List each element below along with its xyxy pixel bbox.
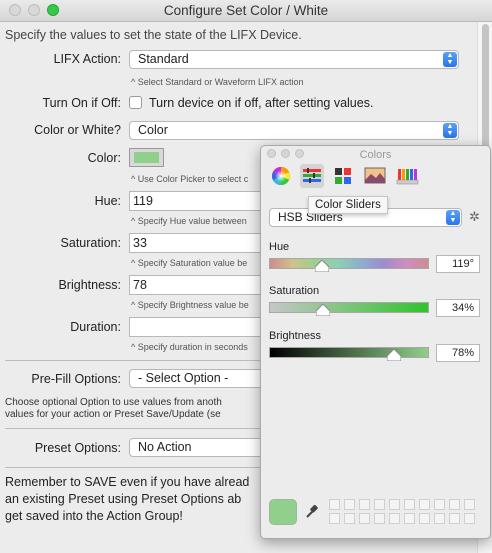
select-arrows-icon: ▲ ▼ — [443, 52, 457, 67]
prefill-desc-line2: values for your action or Preset Save/Up… — [5, 409, 221, 420]
brightness-value-field[interactable]: 78% — [436, 344, 480, 362]
brightness-label: Brightness: — [58, 278, 121, 292]
saturation-slider-track[interactable] — [269, 302, 429, 313]
hue-slider-track[interactable] — [269, 258, 429, 269]
swatch-cell[interactable] — [419, 499, 430, 510]
prefill-select[interactable]: - Select Option - — [129, 369, 269, 388]
swatch-cell[interactable] — [359, 513, 370, 524]
sliders-icon — [303, 168, 321, 183]
eyedropper-icon[interactable] — [305, 503, 319, 522]
preset-select[interactable]: No Action — [129, 438, 269, 457]
duration-label: Duration: — [70, 320, 121, 334]
pencils-icon — [396, 169, 419, 185]
custom-color-swatches — [329, 499, 481, 526]
saturation-label: Saturation: — [60, 236, 121, 250]
swatch-cell[interactable] — [389, 513, 400, 524]
swatch-cell[interactable] — [344, 499, 355, 510]
swatch-cell[interactable] — [464, 513, 475, 524]
color-label: Color: — [87, 151, 121, 165]
turn-on-label: Turn On if Off: — [42, 96, 122, 110]
preset-label: Preset Options: — [34, 441, 121, 455]
color-sliders-tab[interactable] — [300, 164, 324, 188]
color-or-white-select[interactable]: Color ▲ ▼ — [129, 121, 459, 140]
swatch-cell[interactable] — [404, 513, 415, 524]
duration-field[interactable] — [129, 317, 269, 337]
lifx-action-value: Standard — [138, 52, 189, 66]
brightness-slider-track[interactable] — [269, 347, 429, 358]
lifx-action-label: LIFX Action: — [53, 52, 121, 66]
gear-icon[interactable]: ✲ — [469, 209, 480, 225]
intro-text: Specify the values to set the state of t… — [5, 28, 302, 42]
swatch-cell[interactable] — [389, 499, 400, 510]
window-title: Configure Set Color / White — [163, 3, 329, 18]
colors-toolbar — [261, 162, 490, 192]
image-palettes-tab[interactable] — [363, 164, 387, 188]
turn-on-checkbox[interactable] — [129, 96, 142, 109]
lifx-action-select[interactable]: Standard ▲ ▼ — [129, 50, 459, 69]
saturation-ticks — [269, 296, 429, 309]
title-bar: Configure Set Color / White — [0, 0, 492, 22]
duration-hint: ^ Specify duration in seconds — [131, 342, 248, 352]
hue-value-field[interactable]: 119° — [436, 255, 480, 273]
brightness-field[interactable]: 78 — [129, 275, 269, 295]
swatch-cell[interactable] — [419, 513, 430, 524]
hue-label: Hue: — [94, 194, 121, 208]
color-palettes-tab[interactable] — [331, 164, 355, 188]
swatch-cell[interactable] — [404, 499, 415, 510]
turn-on-checkbox-label[interactable]: Turn device on if off, after setting val… — [149, 96, 373, 110]
color-well[interactable] — [129, 148, 164, 167]
colors-panel-title: Colors — [359, 149, 392, 161]
hue-slider-thumb[interactable] — [314, 260, 329, 272]
swatch-cell[interactable] — [329, 499, 340, 510]
brightness-slider-thumb[interactable] — [386, 349, 401, 361]
current-color-swatch[interactable] — [269, 499, 297, 525]
image-palette-icon — [364, 167, 386, 184]
color-hint: ^ Use Color Picker to select c — [131, 174, 249, 184]
swatch-cell[interactable] — [449, 499, 460, 510]
colors-panel: Colors HSB Sliders ▲ ▼ ✲ Color Sliders H… — [260, 145, 491, 539]
bottom-text-line3: get saved into the Action Group! — [5, 509, 183, 523]
brightness-hint: ^ Specify Brightness value be — [131, 300, 249, 310]
swatch-cell[interactable] — [374, 513, 385, 524]
pencils-tab[interactable] — [395, 164, 419, 188]
saturation-value-field[interactable]: 34% — [436, 299, 480, 317]
swatch-cell[interactable] — [374, 499, 385, 510]
palette-grid-icon — [335, 168, 351, 184]
color-well-swatch — [134, 152, 159, 163]
preset-value: No Action — [138, 440, 192, 454]
brightness-ticks — [269, 341, 429, 354]
prefill-desc-line1: Choose optional Option to use values fro… — [5, 397, 222, 408]
saturation-slider-thumb[interactable] — [316, 304, 331, 316]
color-or-white-label: Color or White? — [34, 123, 121, 137]
hue-slider-label: Hue — [269, 241, 290, 253]
swatch-cell[interactable] — [359, 499, 370, 510]
tooltip: Color Sliders — [308, 196, 388, 214]
select-arrows-icon: ▲ ▼ — [443, 123, 457, 138]
swatch-cell[interactable] — [329, 513, 340, 524]
hue-field[interactable]: 119 — [129, 191, 269, 211]
color-wheel-tab[interactable] — [269, 164, 293, 188]
bottom-text-line2: an existing Preset using Preset Options … — [5, 492, 242, 506]
hue-hint: ^ Specify Hue value between — [131, 216, 247, 226]
swatch-cell[interactable] — [434, 499, 445, 510]
swatch-cell[interactable] — [464, 499, 475, 510]
bottom-text-line1: Remember to SAVE even if you have alread — [5, 475, 250, 489]
saturation-hint: ^ Specify Saturation value be — [131, 258, 248, 268]
swatch-cell[interactable] — [434, 513, 445, 524]
lifx-action-hint: ^ Select Standard or Waveform LIFX actio… — [131, 77, 304, 87]
saturation-field[interactable]: 33 — [129, 233, 269, 253]
swatch-cell[interactable] — [449, 513, 460, 524]
select-arrows-icon: ▲ ▼ — [446, 210, 460, 225]
swatch-cell[interactable] — [344, 513, 355, 524]
color-wheel-icon — [272, 167, 290, 185]
color-or-white-value: Color — [138, 123, 168, 137]
prefill-label: Pre-Fill Options: — [31, 372, 121, 386]
prefill-value: - Select Option - — [138, 371, 229, 385]
